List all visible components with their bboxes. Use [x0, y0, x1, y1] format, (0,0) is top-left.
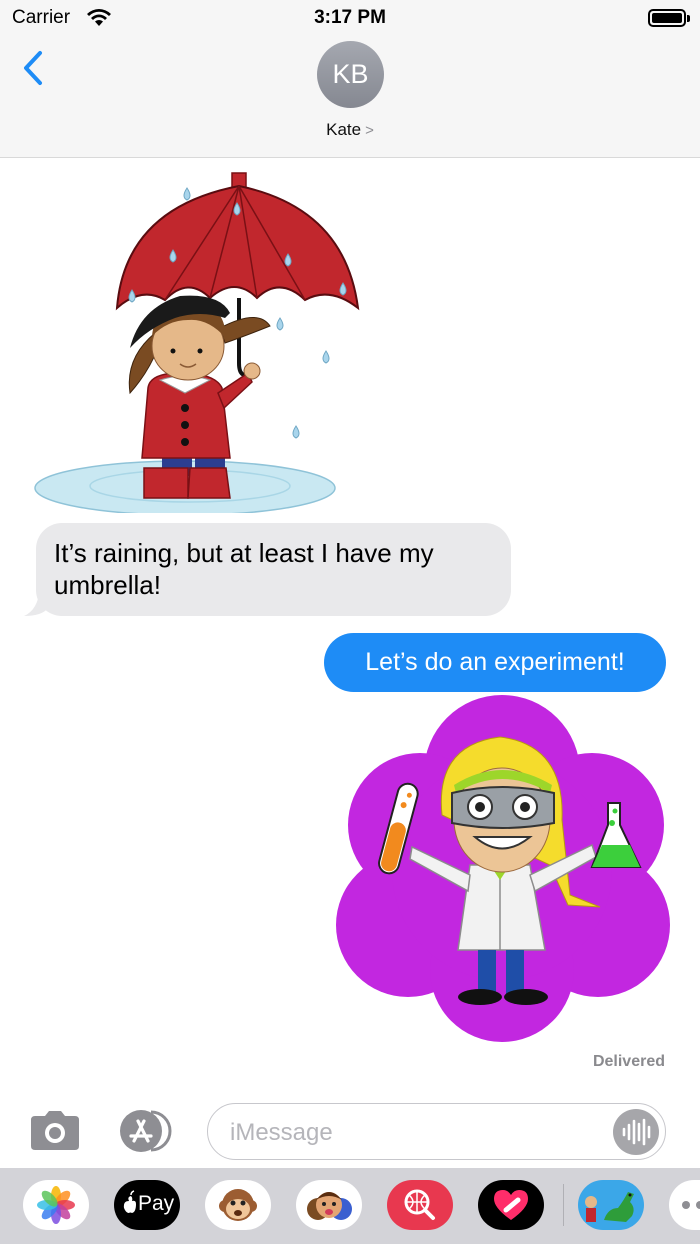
camera-button[interactable] [28, 1110, 82, 1152]
message-input-placeholder: iMessage [230, 1119, 333, 1146]
digital-touch-icon [494, 1190, 528, 1220]
contact-name-button[interactable]: Kate > [0, 120, 700, 140]
photos-app[interactable] [23, 1180, 89, 1230]
battery-icon [648, 9, 690, 27]
photos-icon [37, 1186, 75, 1224]
animoji-app[interactable] [205, 1180, 271, 1230]
more-icon [682, 1201, 700, 1209]
drawer-divider [563, 1184, 564, 1226]
contact-name: Kate [326, 120, 362, 139]
outgoing-message-bubble[interactable]: Let’s do an experiment! [324, 633, 666, 692]
sticker-pack-icon [585, 1192, 634, 1222]
umbrella-girl-sticker[interactable] [30, 168, 360, 513]
more-apps[interactable] [669, 1180, 700, 1230]
delivered-status: Delivered [592, 1053, 665, 1070]
app-store-button[interactable] [117, 1108, 177, 1154]
incoming-message-bubble[interactable]: It’s raining, but at least I have my umb… [36, 523, 511, 616]
contact-avatar[interactable]: KB [317, 41, 384, 108]
status-bar: Carrier 3:17 PM [0, 0, 700, 36]
message-input[interactable]: iMessage [207, 1103, 666, 1160]
status-time: 3:17 PM [314, 7, 386, 28]
chevron-right-icon: > [365, 122, 374, 139]
conversation-header: Carrier 3:17 PM KB Kate > [0, 0, 700, 158]
back-button[interactable] [18, 48, 50, 88]
apple-pay-app[interactable]: Pay [114, 1180, 180, 1230]
animoji-icon [219, 1189, 257, 1221]
memoji-app[interactable] [296, 1180, 362, 1230]
app-drawer: Pay [0, 1168, 700, 1244]
digital-touch-app[interactable] [478, 1180, 544, 1230]
audio-message-icon[interactable] [613, 1109, 659, 1155]
web-search-icon [404, 1189, 435, 1220]
sticker-pack-app[interactable] [578, 1180, 644, 1230]
apple-pay-label: Pay [138, 1192, 175, 1215]
web-search-app[interactable] [387, 1180, 453, 1230]
scientist-sticker[interactable] [330, 695, 675, 1043]
memoji-icon [307, 1192, 352, 1220]
